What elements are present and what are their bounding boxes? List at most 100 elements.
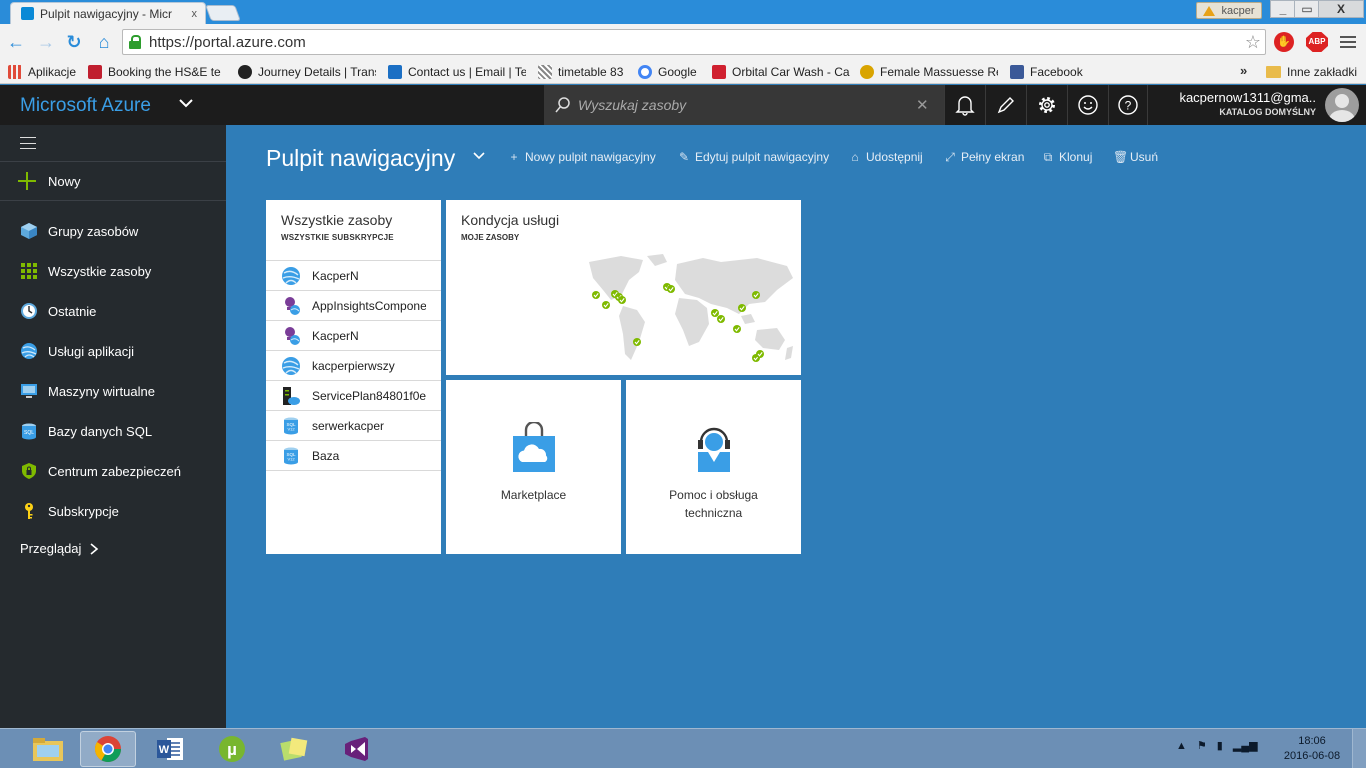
bookmark-female-massuesse[interactable]: Female Massuesse Re (860, 63, 998, 81)
user-account-menu[interactable]: kacpernow1311@gma.. KATALOG DOMYŚLNY (1150, 90, 1316, 117)
lock-icon (129, 35, 141, 49)
bookmark-google[interactable]: Google (638, 63, 702, 81)
edit-dashboard-button[interactable]: ✎ Edytuj pulpit nawigacyjny (678, 150, 829, 164)
sidebar-item-all-resources[interactable]: Wszystkie zasoby (0, 251, 226, 291)
help-icon[interactable]: ? (1108, 85, 1148, 125)
tab-close-icon[interactable]: x (192, 8, 198, 20)
bookmarks-overflow-chevron-icon[interactable]: » (1240, 63, 1247, 78)
close-icon[interactable]: ✕ (916, 96, 929, 114)
gear-icon[interactable] (1026, 85, 1066, 125)
list-item[interactable]: KacperN (266, 320, 441, 350)
smiley-feedback-icon[interactable] (1067, 85, 1107, 125)
forward-arrow-icon[interactable]: → (36, 32, 56, 52)
sidebar-item-resource-groups[interactable]: Grupy zasobów (0, 211, 226, 251)
svg-text:V12: V12 (287, 456, 295, 461)
new-dashboard-button[interactable]: + Nowy pulpit nawigacyjny (508, 150, 655, 164)
page-title[interactable]: Pulpit nawigacyjny (266, 145, 455, 172)
service-plan-icon (283, 386, 300, 405)
pencil-icon[interactable] (985, 85, 1025, 125)
taskbar-clock[interactable]: 18:06 2016-06-08 (1282, 734, 1342, 764)
tray-expand-icon[interactable]: ▲ (1176, 740, 1187, 752)
url-text[interactable]: https://portal.azure.com (149, 34, 306, 51)
warning-icon (1203, 5, 1216, 16)
azure-brand-title[interactable]: Microsoft Azure (20, 95, 151, 117)
network-icon[interactable]: ⚑ (1197, 739, 1207, 752)
list-item[interactable]: KacperN (266, 260, 441, 290)
sidebar-item-new[interactable]: Nowy (0, 161, 226, 201)
bookmark-site-icon (860, 65, 874, 79)
battery-icon[interactable]: ▮ (1217, 739, 1223, 752)
azure-search-box[interactable]: ✕ (544, 85, 944, 125)
folder-icon (1266, 66, 1281, 78)
bookmark-booking[interactable]: Booking the HS&E te (88, 63, 226, 81)
delete-button[interactable]: 🗑 Usuń (1113, 150, 1158, 164)
sidebar-item-security-center[interactable]: Centrum zabezpieczeń (0, 451, 226, 491)
list-item[interactable]: ServicePlan84801f0e- (266, 380, 441, 410)
other-bookmarks-folder[interactable]: Inne zakładki (1266, 63, 1357, 81)
marketplace-tile[interactable]: Marketplace (446, 380, 621, 554)
fullscreen-button[interactable]: ⤢ Pełny ekran (944, 150, 1024, 164)
reload-icon[interactable]: ↻ (64, 32, 84, 52)
plus-icon (18, 172, 36, 190)
shield-icon (22, 463, 36, 479)
notifications-bell-icon[interactable] (944, 85, 984, 125)
world-map (589, 254, 793, 362)
sql-database-icon: SQLV12 (284, 447, 298, 464)
key-icon (25, 503, 33, 519)
window-maximize-button[interactable]: ▭ (1294, 0, 1320, 18)
bookmark-journey-details[interactable]: Journey Details | Trans (238, 63, 376, 81)
hamburger-menu-icon[interactable] (20, 137, 36, 149)
signal-icon[interactable]: ▂▄▆ (1233, 739, 1258, 752)
share-button[interactable]: ⌂ Udostępnij (849, 150, 922, 164)
adblock-stop-extension-icon[interactable]: ✋ (1274, 32, 1294, 52)
home-icon[interactable]: ⌂ (94, 32, 114, 52)
all-resources-tile[interactable]: Wszystkie zasoby WSZYSTKIE SUBSKRYPCJE K… (266, 200, 441, 554)
chrome-icon[interactable] (80, 731, 136, 767)
notes-icon[interactable] (266, 731, 322, 767)
list-item[interactable]: kacperpierwszy (266, 350, 441, 380)
list-item[interactable]: SQL V12 serwerkacper (266, 410, 441, 440)
clone-button[interactable]: ⧉ Klonuj (1042, 150, 1093, 164)
sidebar-item-browse[interactable]: Przeglądaj (20, 541, 99, 556)
utorrent-icon[interactable]: µ (204, 731, 260, 767)
windows-taskbar: W µ ▲ ⚑ ▮ ▂▄▆ 18:06 2016-06-08 (0, 728, 1366, 768)
chevron-down-icon[interactable] (472, 151, 486, 161)
service-health-tile[interactable]: Kondycja usługi MOJE ZASOBY (446, 200, 801, 375)
address-bar[interactable]: https://portal.azure.com ☆ (122, 29, 1266, 55)
bookmark-star-icon[interactable]: ☆ (1245, 32, 1261, 53)
apps-grid-icon (8, 65, 22, 79)
new-tab-button[interactable] (205, 5, 241, 21)
web-app-icon (282, 356, 300, 375)
search-input[interactable] (578, 97, 908, 113)
sidebar-item-virtual-machines[interactable]: Maszyny wirtualne (0, 371, 226, 411)
sidebar-item-subscriptions[interactable]: Subskrypcje (0, 491, 226, 531)
explorer-icon[interactable] (20, 731, 76, 767)
bookmark-orbital-car-wash[interactable]: Orbital Car Wash - Ca (712, 63, 850, 81)
tile-title: Kondycja usługi (461, 212, 560, 228)
browser-tab-active[interactable]: Pulpit nawigacyjny - Micr x (10, 2, 206, 24)
sidebar-item-app-services[interactable]: Usługi aplikacji (0, 331, 226, 371)
bookmark-contact-us[interactable]: Contact us | Email | Te (388, 63, 526, 81)
chevron-down-icon[interactable] (176, 93, 196, 113)
back-arrow-icon[interactable]: ← (6, 32, 26, 52)
bookmark-timetable[interactable]: timetable 83 (538, 63, 630, 81)
web-app-icon (282, 266, 300, 285)
browser-menu-icon[interactable] (1340, 33, 1356, 51)
window-minimize-button[interactable]: _ (1270, 0, 1296, 18)
sidebar-item-recent[interactable]: Ostatnie (0, 291, 226, 331)
avatar[interactable] (1325, 88, 1359, 122)
bookmark-facebook[interactable]: Facebook (1010, 63, 1100, 81)
word-icon[interactable]: W (142, 731, 198, 767)
window-close-button[interactable]: X (1318, 0, 1364, 18)
browser-toolbar: ← → ↻ ⌂ https://portal.azure.com ☆ (0, 24, 1366, 60)
list-item[interactable]: AppInsightsComponent (266, 290, 441, 320)
app-insights-icon (285, 296, 300, 315)
visual-studio-icon[interactable] (328, 731, 384, 767)
show-desktop-button[interactable] (1352, 729, 1366, 768)
help-support-tile[interactable]: Pomoc i obsługa techniczna (626, 380, 801, 554)
profile-badge[interactable]: kacper (1196, 2, 1262, 19)
sidebar-item-sql-databases[interactable]: SQL Bazy danych SQL (0, 411, 226, 451)
adblock-plus-extension-icon[interactable]: ABP (1306, 32, 1328, 52)
bookmark-apps[interactable]: Aplikacje (8, 63, 80, 81)
list-item[interactable]: SQL V12 Baza (266, 440, 441, 470)
